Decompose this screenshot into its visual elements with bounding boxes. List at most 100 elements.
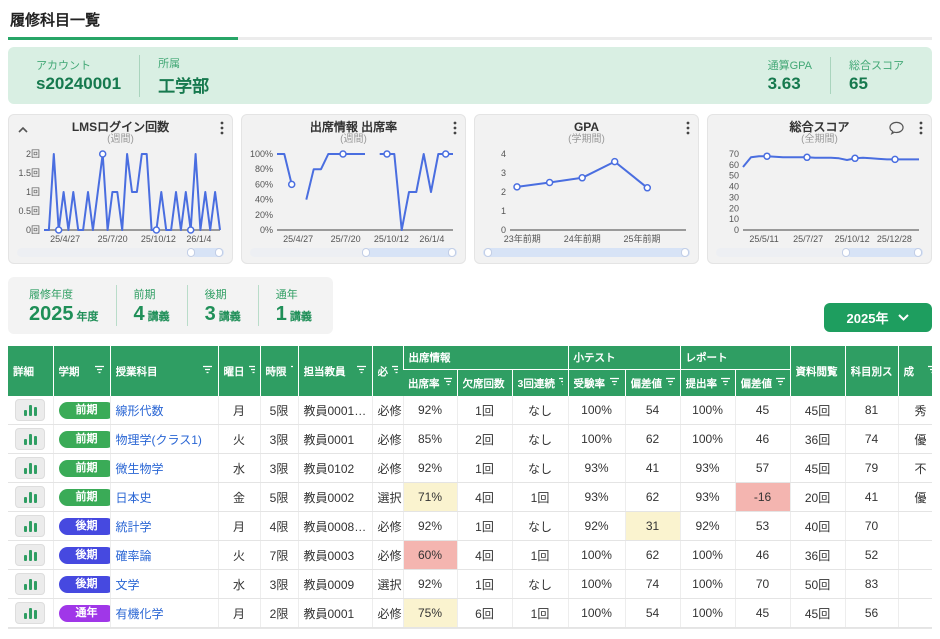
svg-text:24年前期: 24年前期 bbox=[564, 233, 601, 244]
course-link[interactable]: 有機化学 bbox=[116, 607, 164, 621]
cell-absences: 1回 bbox=[457, 512, 512, 541]
cell-term: 前期 bbox=[53, 454, 110, 483]
col-views[interactable]: 資料閲覧 bbox=[790, 346, 845, 396]
slider-handle[interactable] bbox=[215, 248, 223, 257]
svg-text:40: 40 bbox=[729, 182, 739, 192]
col-term[interactable]: 学期 bbox=[53, 346, 110, 396]
menu-dots-icon[interactable] bbox=[919, 121, 923, 140]
col-teacher[interactable]: 担当教員 bbox=[298, 346, 372, 396]
course-link[interactable]: 統計学 bbox=[116, 520, 152, 534]
col-consecutive[interactable]: 3回連続 bbox=[512, 370, 568, 397]
detail-button[interactable] bbox=[15, 573, 45, 595]
group-attendance: 出席情報 bbox=[403, 346, 568, 370]
bar-chart-icon bbox=[29, 492, 32, 503]
summary-value: 1 bbox=[276, 303, 287, 325]
col-required[interactable]: 必 bbox=[372, 346, 403, 396]
slider-selection[interactable] bbox=[483, 248, 690, 257]
col-day[interactable]: 曜日 bbox=[218, 346, 260, 396]
account-label: アカウント bbox=[36, 57, 121, 73]
menu-dots-icon[interactable] bbox=[686, 121, 690, 140]
detail-button[interactable] bbox=[15, 457, 45, 479]
course-link[interactable]: 文学 bbox=[116, 578, 140, 592]
filter-icon[interactable] bbox=[443, 377, 452, 389]
svg-text:25/7/20: 25/7/20 bbox=[98, 234, 128, 244]
col-grade[interactable]: 成 bbox=[898, 346, 932, 396]
chart-range-slider[interactable] bbox=[250, 248, 457, 257]
filter-icon[interactable] bbox=[356, 365, 367, 377]
slider-handle[interactable] bbox=[362, 248, 370, 257]
bar-chart-icon bbox=[34, 436, 37, 445]
filter-icon[interactable] bbox=[94, 365, 105, 377]
filter-icon[interactable] bbox=[558, 377, 563, 389]
bar-chart-icon bbox=[34, 552, 37, 561]
cell-period: 3限 bbox=[260, 570, 298, 599]
svg-text:25/4/27: 25/4/27 bbox=[283, 234, 313, 244]
col-quiz-rate[interactable]: 受験率 bbox=[568, 370, 625, 397]
year-dropdown-button[interactable]: 2025年 bbox=[824, 303, 932, 332]
filter-icon[interactable] bbox=[391, 365, 398, 377]
filter-icon[interactable] bbox=[202, 365, 213, 377]
filter-icon[interactable] bbox=[775, 377, 785, 389]
group-report: レポート bbox=[680, 346, 790, 370]
course-link[interactable]: 微生物学 bbox=[116, 462, 164, 476]
slider-handle[interactable] bbox=[914, 248, 922, 257]
account-bar: アカウント s20240001 所属 工学部 通算GPA 3.63 総合スコア … bbox=[8, 47, 932, 104]
chart-subtitle: (学期間) bbox=[480, 134, 693, 145]
slider-selection[interactable] bbox=[366, 248, 457, 257]
bar-chart-icon bbox=[34, 407, 37, 416]
summary-unit: 講義 bbox=[148, 311, 170, 323]
chart-range-slider[interactable] bbox=[716, 248, 923, 257]
slider-handle[interactable] bbox=[681, 248, 689, 257]
slider-handle[interactable] bbox=[484, 248, 492, 257]
col-report-rate[interactable]: 提出率 bbox=[680, 370, 735, 397]
filter-icon[interactable] bbox=[927, 365, 932, 377]
detail-button[interactable] bbox=[15, 602, 45, 624]
slider-handle[interactable] bbox=[187, 248, 195, 257]
svg-text:25/7/27: 25/7/27 bbox=[793, 234, 823, 244]
year-dropdown-label: 2025年 bbox=[847, 308, 889, 327]
col-quiz-dev[interactable]: 偏差値 bbox=[625, 370, 680, 397]
chart-range-slider[interactable] bbox=[483, 248, 690, 257]
slider-handle[interactable] bbox=[448, 248, 456, 257]
chart-range-slider[interactable] bbox=[17, 248, 224, 257]
filter-icon[interactable] bbox=[290, 365, 293, 377]
course-link[interactable]: 物理学(クラス1) bbox=[116, 433, 202, 447]
filter-icon[interactable] bbox=[720, 377, 730, 389]
term-badge: 前期 bbox=[59, 431, 111, 448]
filter-icon[interactable] bbox=[248, 365, 255, 377]
detail-button[interactable] bbox=[15, 428, 45, 450]
menu-dots-icon[interactable] bbox=[220, 121, 224, 140]
account-id: アカウント s20240001 bbox=[18, 57, 139, 94]
course-link[interactable]: 日本史 bbox=[116, 491, 152, 505]
course-link[interactable]: 線形代数 bbox=[116, 404, 164, 418]
detail-button[interactable] bbox=[15, 399, 45, 421]
filter-icon[interactable] bbox=[609, 377, 620, 389]
cell-required: 必修 bbox=[372, 512, 403, 541]
filter-icon[interactable] bbox=[665, 377, 675, 389]
cell-absences: 1回 bbox=[457, 396, 512, 425]
course-link[interactable]: 確率論 bbox=[116, 549, 152, 563]
col-attendance-rate[interactable]: 出席率 bbox=[403, 370, 457, 397]
cell-required: 必修 bbox=[372, 541, 403, 570]
cumulative-gpa: 通算GPA 3.63 bbox=[750, 57, 830, 94]
term-badge: 後期 bbox=[59, 547, 111, 564]
col-subject-score[interactable]: 科目別ス bbox=[845, 346, 898, 396]
detail-button[interactable] bbox=[15, 486, 45, 508]
cell-day: 月 bbox=[218, 512, 260, 541]
col-report-dev[interactable]: 偏差値 bbox=[735, 370, 790, 397]
comment-bubble-icon[interactable] bbox=[889, 121, 904, 140]
cell-quiz-dev: 74 bbox=[625, 570, 680, 599]
col-absences[interactable]: 欠席回数 bbox=[457, 370, 512, 397]
menu-dots-icon[interactable] bbox=[453, 121, 457, 140]
col-period[interactable]: 時限 bbox=[260, 346, 298, 396]
col-course[interactable]: 授業科目 bbox=[110, 346, 218, 396]
detail-button[interactable] bbox=[15, 544, 45, 566]
collapse-chevron-up-icon[interactable] bbox=[17, 121, 29, 139]
svg-text:2回: 2回 bbox=[26, 149, 40, 159]
detail-button[interactable] bbox=[15, 515, 45, 537]
cell-consecutive: なし bbox=[512, 396, 568, 425]
cell-course: 文学 bbox=[110, 570, 218, 599]
chart-title: LMSログイン回数 bbox=[14, 120, 227, 134]
cell-grade: 秀 bbox=[898, 396, 932, 425]
slider-selection[interactable] bbox=[846, 248, 923, 257]
